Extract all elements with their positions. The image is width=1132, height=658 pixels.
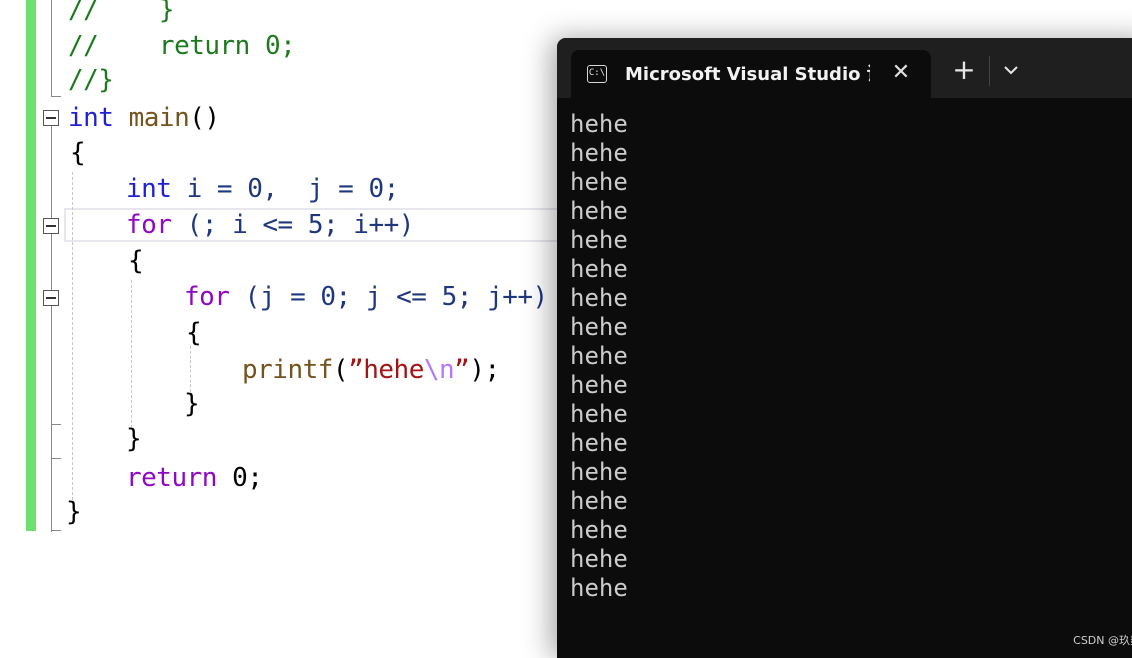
keyword-for: for [126,210,172,240]
output-line: hehe [570,342,628,370]
tab-separator [989,56,990,86]
for-header-text: (; i <= 5; i++) [171,210,415,240]
punctuation: ); [469,355,500,385]
code-line-brace: } [66,497,82,527]
outline-end [51,96,61,97]
watermark: CSDN @玖剡 [1073,634,1132,647]
outline-line [51,126,52,218]
code-line-return: return 0; [126,460,263,496]
outline-line [51,0,52,96]
keyword-int: int [126,174,172,204]
keyword-int: int [68,103,114,133]
collapse-main-toggle[interactable] [43,110,59,126]
tab-debug-console[interactable]: C:\ Microsoft Visual Studio 调试控制台 ✕ [571,50,931,98]
escape-sequence: \n [423,355,455,385]
comment-line: // return 0; [68,31,296,61]
chevron-down-icon[interactable] [999,58,1023,82]
output-line: hehe [570,139,628,167]
outline-end [51,458,61,459]
code-line-brace: { [128,246,144,276]
output-line: hehe [570,458,628,486]
code-line-printf: printf(”hehe\n”); [242,352,500,388]
string-literal: ”hehe [348,355,424,385]
tab-title: Microsoft Visual Studio 调试控制台 [625,64,870,85]
tab-bar: C:\ Microsoft Visual Studio 调试控制台 ✕ + [557,38,1132,98]
code-line-outer-for: for (; i <= 5; i++) [126,207,414,243]
function-printf: printf [242,355,333,385]
output-line: hehe [570,516,628,544]
code-line-inner-for: for (j = 0; j <= 5; j++) [184,279,548,315]
indent-guide [131,280,132,428]
collapse-outer-for-toggle[interactable] [43,218,59,234]
output-line: hehe [570,110,628,138]
outline-line [51,234,52,290]
code-line-main: int main() [68,100,220,136]
change-tracking-bar [26,0,36,531]
output-line: hehe [570,226,628,254]
output-line: hehe [570,197,628,225]
new-tab-button[interactable]: + [951,56,977,84]
outline-line [51,306,52,532]
close-tab-button[interactable]: ✕ [889,60,913,86]
output-line: hehe [570,545,628,573]
comment-line: //} [68,65,114,95]
code-line-brace: } [126,424,142,454]
indent-guide [72,172,73,500]
output-line: hehe [570,313,628,341]
console-output: hehe hehe hehe hehe hehe hehe hehe hehe hehe hehe… [570,110,628,603]
code-line-decl: int i = 0, j = 0; [126,171,399,207]
keyword-return: return [126,463,217,493]
outline-end [51,530,61,531]
code-line-brace: } [184,389,200,419]
string-literal-end: ” [454,355,470,385]
collapse-inner-for-toggle[interactable] [43,290,59,306]
output-line: hehe [570,255,628,283]
outline-end [51,424,61,425]
console-icon: C:\ [587,65,607,83]
output-line: hehe [570,429,628,457]
comment-line: // } [68,0,175,25]
output-line: hehe [570,487,628,515]
output-line: hehe [570,284,628,312]
declaration-text: i = 0, j = 0; [171,174,400,204]
function-name: main [128,103,190,133]
debug-console-window[interactable]: C:\ Microsoft Visual Studio 调试控制台 ✕ + he… [557,38,1132,658]
output-line: hehe [570,574,628,602]
for-header-text: (j = 0; j <= 5; j++) [229,282,549,312]
output-line: hehe [570,400,628,428]
code-line-brace: { [70,138,86,168]
code-line-brace: { [186,318,202,348]
keyword-for: for [184,282,230,312]
output-line: hehe [570,168,628,196]
punctuation: ( [332,355,349,385]
return-value: 0; [216,463,263,493]
output-line: hehe [570,371,628,399]
punctuation: () [189,103,220,133]
